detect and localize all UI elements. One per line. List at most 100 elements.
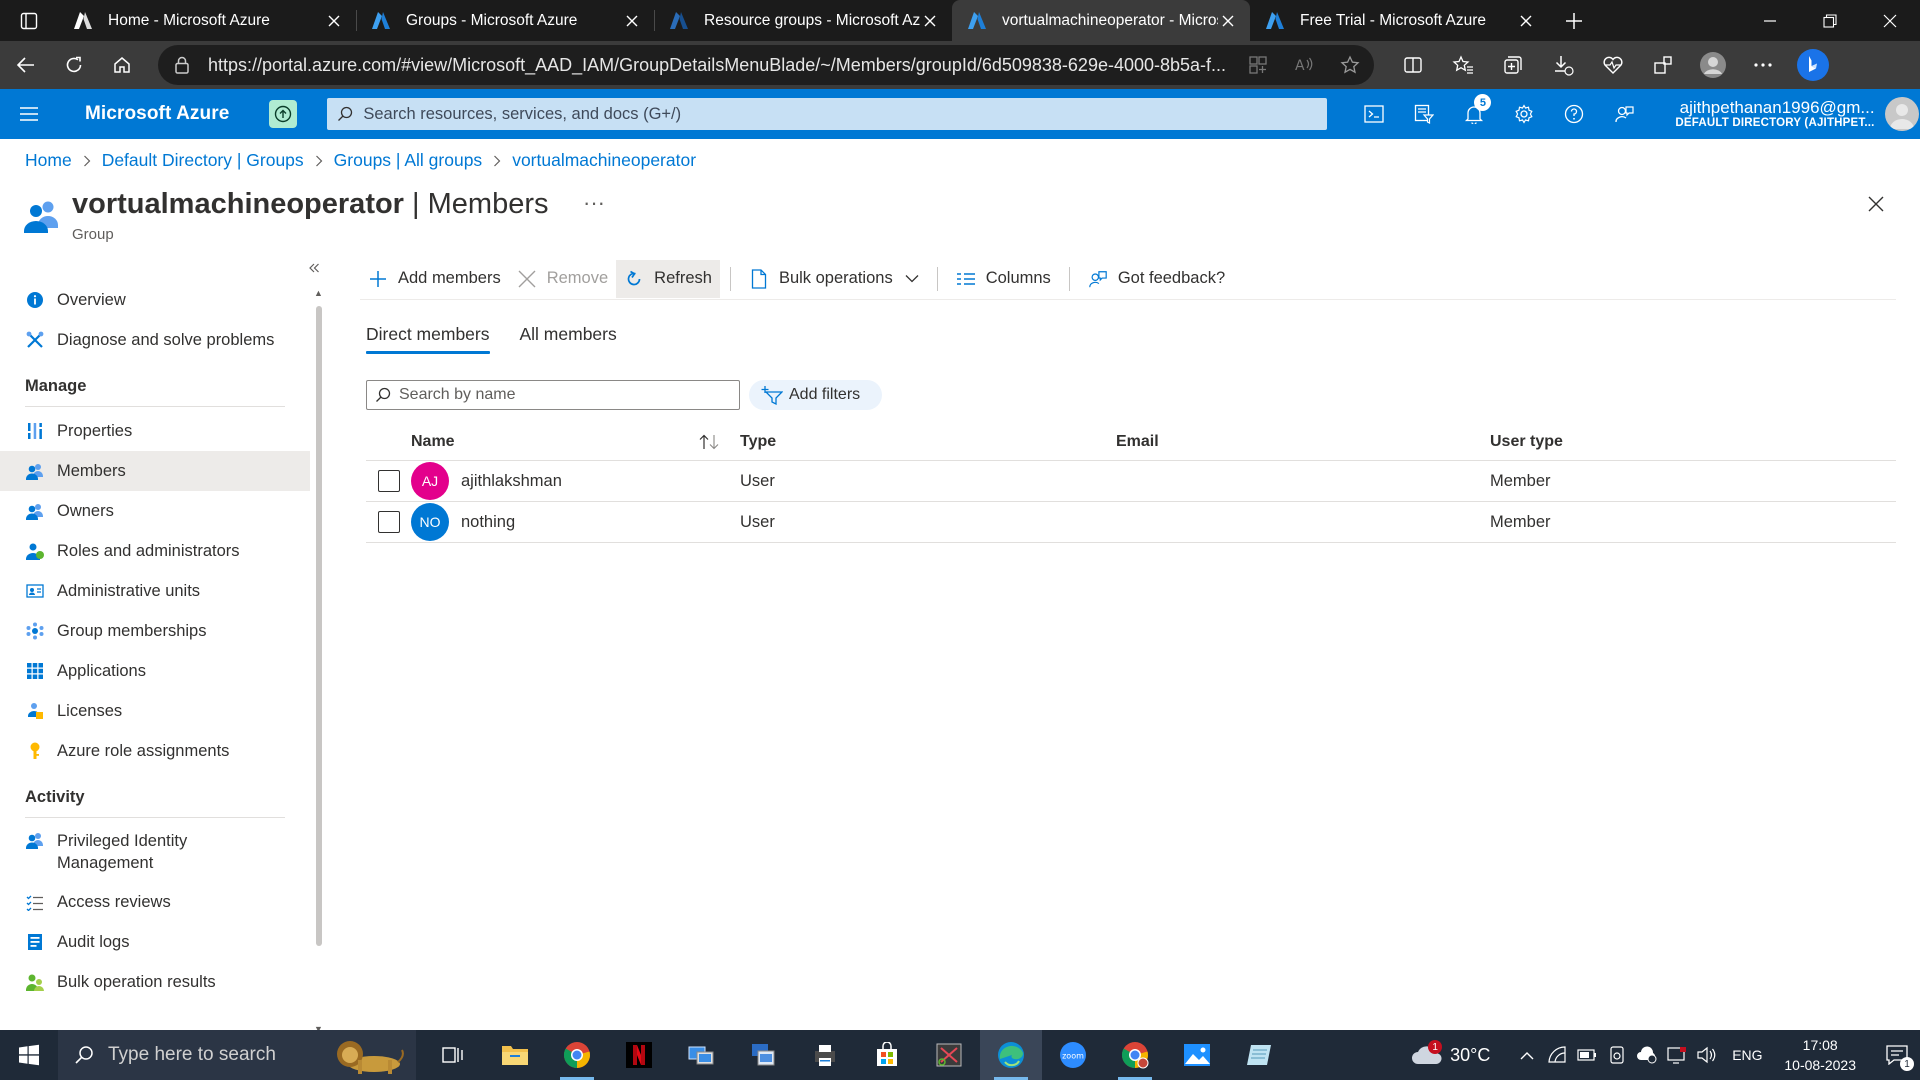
nav-group-memberships[interactable]: Group memberships bbox=[0, 611, 310, 651]
more-options-button[interactable]: ··· bbox=[583, 190, 605, 216]
close-tab-icon[interactable] bbox=[920, 11, 940, 31]
new-tab-button[interactable] bbox=[1548, 0, 1600, 41]
nav-privileged-identity-management[interactable]: Privileged Identity Management bbox=[0, 822, 310, 882]
search-by-name-input[interactable] bbox=[399, 386, 731, 404]
language-indicator[interactable]: ENG bbox=[1722, 1047, 1772, 1063]
scroll-up-icon[interactable]: ▲ bbox=[314, 288, 323, 298]
sort-ascending-icon[interactable] bbox=[698, 434, 720, 450]
minimize-button[interactable] bbox=[1740, 0, 1800, 41]
browser-tab-members[interactable]: vortualmachineoperator - Micros bbox=[952, 0, 1250, 41]
taskbar-search-box[interactable] bbox=[58, 1030, 416, 1080]
weather-widget[interactable]: 1 30°C bbox=[1410, 1040, 1490, 1068]
taskbar-search-input[interactable] bbox=[108, 1044, 328, 1066]
device-button[interactable] bbox=[1602, 1046, 1632, 1064]
clock[interactable]: 17:08 10-08-2023 bbox=[1784, 1035, 1856, 1075]
volume-button[interactable] bbox=[1692, 1046, 1722, 1064]
display-button[interactable] bbox=[1662, 1046, 1692, 1064]
global-search-box[interactable] bbox=[327, 98, 1328, 130]
directory-filter-button[interactable] bbox=[1399, 89, 1449, 139]
file-explorer-button[interactable] bbox=[484, 1030, 546, 1080]
notes-app-button[interactable] bbox=[1228, 1030, 1290, 1080]
edge-button[interactable] bbox=[980, 1030, 1042, 1080]
breadcrumb-all-groups[interactable]: Groups | All groups bbox=[334, 150, 483, 171]
nav-administrative-units[interactable]: Administrative units bbox=[0, 571, 310, 611]
collections-button[interactable] bbox=[1488, 45, 1538, 85]
nav-diagnose-solve[interactable]: Diagnose and solve problems bbox=[0, 320, 310, 360]
extensions-button[interactable] bbox=[1638, 45, 1688, 85]
nav-access-reviews[interactable]: Access reviews bbox=[0, 882, 310, 922]
tab-actions-button[interactable] bbox=[0, 0, 58, 41]
app-printer-button[interactable] bbox=[794, 1030, 856, 1080]
search-by-name-box[interactable] bbox=[366, 380, 740, 410]
nav-applications[interactable]: Applications bbox=[0, 651, 310, 691]
row-checkbox[interactable] bbox=[377, 470, 400, 492]
zoom-button[interactable]: zoom bbox=[1042, 1030, 1104, 1080]
action-center-button[interactable]: 1 bbox=[1874, 1045, 1920, 1071]
chrome-button[interactable] bbox=[546, 1030, 608, 1080]
help-button[interactable] bbox=[1549, 89, 1599, 139]
close-tab-icon[interactable] bbox=[622, 11, 642, 31]
performance-button[interactable] bbox=[1588, 45, 1638, 85]
favorites-button[interactable] bbox=[1438, 45, 1488, 85]
portal-menu-button[interactable] bbox=[0, 106, 58, 122]
tab-all-members[interactable]: All members bbox=[520, 324, 617, 354]
address-bar[interactable]: https://portal.azure.com/#view/Microsoft… bbox=[158, 45, 1374, 85]
columns-button[interactable]: Columns bbox=[948, 260, 1059, 298]
settings-more-button[interactable] bbox=[1738, 45, 1788, 85]
task-view-button[interactable] bbox=[422, 1030, 484, 1080]
start-button[interactable] bbox=[0, 1030, 58, 1080]
close-tab-icon[interactable] bbox=[324, 11, 344, 31]
breadcrumb-group[interactable]: vortualmachineoperator bbox=[512, 150, 696, 171]
feedback-button[interactable] bbox=[1599, 89, 1649, 139]
back-button[interactable] bbox=[4, 45, 48, 85]
nav-bulk-operation-results[interactable]: Bulk operation results bbox=[0, 962, 310, 1002]
nav-azure-role-assignments[interactable]: Azure role assignments bbox=[0, 731, 310, 771]
close-tab-icon[interactable] bbox=[1516, 11, 1536, 31]
nav-audit-logs[interactable]: Audit logs bbox=[0, 922, 310, 962]
cloud-sync-button[interactable] bbox=[1632, 1046, 1662, 1064]
add-filters-button[interactable]: Add filters bbox=[749, 380, 883, 410]
battery-button[interactable] bbox=[1572, 1049, 1602, 1061]
tab-direct-members[interactable]: Direct members bbox=[366, 324, 490, 354]
table-row[interactable]: NO nothing User Member bbox=[366, 502, 1896, 543]
column-header-user-type[interactable]: User type bbox=[1490, 433, 1896, 451]
scrollbar-thumb[interactable] bbox=[316, 306, 322, 946]
chrome-profile-button[interactable] bbox=[1104, 1030, 1166, 1080]
vm-connect-button[interactable] bbox=[732, 1030, 794, 1080]
browser-tab-resource-groups[interactable]: Resource groups - Microsoft Azu bbox=[654, 0, 952, 41]
got-feedback-button[interactable]: Got feedback? bbox=[1080, 260, 1233, 298]
browser-tab-groups[interactable]: Groups - Microsoft Azure bbox=[356, 0, 654, 41]
nav-licenses[interactable]: Licenses bbox=[0, 691, 310, 731]
table-row[interactable]: AJ ajithlakshman User Member bbox=[366, 461, 1896, 502]
row-checkbox[interactable] bbox=[377, 511, 400, 533]
breadcrumb-default-directory-groups[interactable]: Default Directory | Groups bbox=[102, 150, 304, 171]
close-tab-icon[interactable] bbox=[1218, 11, 1238, 31]
remove-button[interactable]: Remove bbox=[509, 260, 616, 298]
refresh-button[interactable]: Refresh bbox=[616, 259, 720, 298]
netflix-button[interactable] bbox=[608, 1030, 670, 1080]
restore-button[interactable] bbox=[1800, 0, 1860, 41]
read-aloud-icon[interactable]: A bbox=[1294, 55, 1314, 75]
photos-button[interactable] bbox=[1166, 1030, 1228, 1080]
profile-button[interactable] bbox=[1688, 45, 1738, 85]
cloud-shell-button[interactable] bbox=[1349, 89, 1399, 139]
global-search-input[interactable] bbox=[363, 104, 1318, 124]
member-name[interactable]: nothing bbox=[461, 513, 515, 532]
nav-owners[interactable]: Owners bbox=[0, 491, 310, 531]
collapse-menu-button[interactable] bbox=[308, 262, 320, 274]
account-avatar[interactable] bbox=[1884, 97, 1919, 131]
remote-desktop-button[interactable] bbox=[670, 1030, 732, 1080]
network-button[interactable] bbox=[1542, 1046, 1572, 1064]
bulk-operations-button[interactable]: Bulk operations bbox=[741, 260, 927, 298]
nav-members[interactable]: Members bbox=[0, 451, 310, 491]
column-header-name[interactable]: Name bbox=[411, 433, 740, 451]
downloads-button[interactable] bbox=[1538, 45, 1588, 85]
column-header-email[interactable]: Email bbox=[1116, 433, 1490, 451]
nav-roles-administrators[interactable]: Roles and administrators bbox=[0, 531, 310, 571]
breadcrumb-home[interactable]: Home bbox=[25, 150, 72, 171]
snipping-tool-button[interactable] bbox=[918, 1030, 980, 1080]
favorite-star-icon[interactable] bbox=[1340, 55, 1360, 75]
show-hidden-icons-button[interactable] bbox=[1512, 1051, 1542, 1060]
close-window-button[interactable] bbox=[1860, 0, 1920, 41]
browser-tab-home[interactable]: Home - Microsoft Azure bbox=[58, 0, 356, 41]
